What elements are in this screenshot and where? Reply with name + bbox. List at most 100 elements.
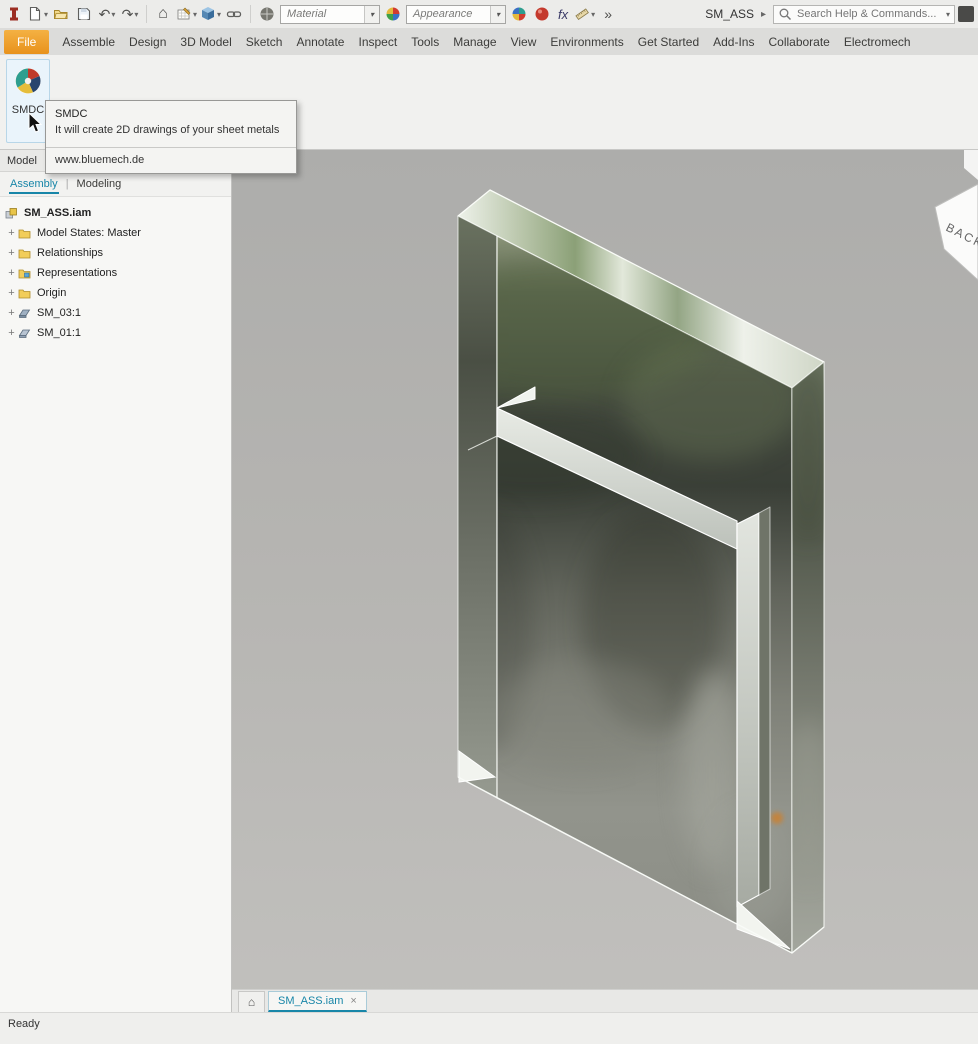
home-icon: ⌂ [158,5,168,23]
graphics-viewport[interactable]: BACK ⌂ SM_ASS.iam × [232,150,978,1012]
tab-electromechanical[interactable]: Electromech [837,29,918,55]
undo-button[interactable]: ↶▾ [97,4,117,24]
viewcube[interactable]: BACK [935,150,978,280]
tab-file[interactable]: File [4,30,49,54]
tree-item-label: SM_01:1 [37,327,81,339]
tab-get-started[interactable]: Get Started [631,29,706,55]
appearance-combobox[interactable]: Appearance ▾ [406,5,506,24]
smdc-tooltip: SMDC It will create 2D drawings of your … [45,100,297,174]
browser-tab-bar: Assembly | Modeling [0,172,231,197]
stiffener-side-face[interactable] [759,507,770,895]
document-tab-label: SM_ASS.iam [278,995,343,1007]
sketch-dropdown[interactable]: ▾ [193,10,197,19]
link-button[interactable] [224,4,244,24]
sign-in-button[interactable] [958,6,974,22]
sketch-button[interactable]: ▾ [176,4,197,24]
search-dropdown[interactable]: ▾ [946,10,950,19]
stiffener-front-face[interactable] [737,513,759,907]
tab-tools[interactable]: Tools [404,29,446,55]
tab-collaborate[interactable]: Collaborate [761,29,836,55]
document-tab-bar: ⌂ SM_ASS.iam × [232,989,978,1012]
appearance-ball-button[interactable] [383,4,403,24]
redo-icon: ↷ [122,6,134,23]
tree-item-label: SM_03:1 [37,307,81,319]
document-tab-active[interactable]: SM_ASS.iam × [268,991,367,1012]
tab-modeling[interactable]: Modeling [76,174,123,194]
redo-button[interactable]: ↷▾ [120,4,140,24]
expand-icon[interactable]: + [5,287,18,299]
expand-icon[interactable]: + [5,307,18,319]
tooltip-title: SMDC [55,108,287,120]
measure-button[interactable]: ▾ [574,4,595,24]
material-combobox-dropdown[interactable]: ▾ [364,6,379,23]
save-button[interactable] [74,4,94,24]
tree-item-sm03[interactable]: + SM_03:1 [5,303,231,323]
tab-add-ins[interactable]: Add-Ins [706,29,761,55]
sheet-metal-assembly-model[interactable]: BACK [232,150,978,1012]
expand-icon[interactable]: + [5,267,18,279]
component-cube-icon [200,6,216,22]
clear-appearance-button[interactable] [532,4,552,24]
model-left-flange[interactable] [458,216,497,798]
expand-icon[interactable]: + [5,227,18,239]
home-view-button[interactable]: ⌂ [153,4,173,24]
appearance-ball-icon [385,6,401,22]
tab-annotate[interactable]: Annotate [289,29,351,55]
tooltip-divider [46,147,296,148]
tree-item-label: Model States: Master [37,227,141,239]
appearance-combobox-value: Appearance [413,8,472,20]
assembly-icon [5,207,20,220]
tab-view[interactable]: View [504,29,544,55]
place-component-button[interactable]: ▾ [200,4,221,24]
redo-dropdown[interactable]: ▾ [134,10,138,19]
tab-3d-model[interactable]: 3D Model [173,29,238,55]
material-combobox-value: Material [287,8,326,20]
new-file-dropdown[interactable]: ▾ [44,10,48,19]
help-search-box[interactable]: ▾ [773,5,955,24]
tree-item-origin[interactable]: + Origin [5,283,231,303]
tree-item-relationships[interactable]: + Relationships [5,243,231,263]
measure-ruler-icon [574,6,590,22]
tab-manage[interactable]: Manage [446,29,503,55]
appearance-combobox-dropdown[interactable]: ▾ [490,6,505,23]
browser-tab-separator: | [66,178,69,190]
material-combobox[interactable]: Material ▾ [280,5,380,24]
tree-item-representations[interactable]: + Representations [5,263,231,283]
adjust-appearance-button[interactable] [509,4,529,24]
undo-dropdown[interactable]: ▾ [111,10,115,19]
home-tab-button[interactable]: ⌂ [238,991,265,1012]
search-icon [778,7,792,21]
undo-icon: ↶ [99,6,111,23]
place-component-dropdown[interactable]: ▾ [217,10,221,19]
tab-assemble[interactable]: Assemble [55,29,122,55]
open-button[interactable] [51,4,71,24]
color-ball-icon [511,6,527,22]
tab-environments[interactable]: Environments [543,29,630,55]
tree-item-root[interactable]: SM_ASS.iam [5,203,231,223]
tab-assembly[interactable]: Assembly [9,174,59,194]
inventor-logo-icon[interactable] [4,4,24,24]
sheet-metal-part-icon [18,307,33,320]
material-browser-button[interactable] [257,4,277,24]
parameters-button[interactable]: fx [555,7,571,22]
expand-icon[interactable]: + [5,247,18,259]
tree-item-sm01[interactable]: + SM_01:1 [5,323,231,343]
search-input[interactable] [795,7,942,21]
tab-design[interactable]: Design [122,29,173,55]
new-file-button[interactable]: ▾ [27,4,48,24]
tab-sketch[interactable]: Sketch [239,29,290,55]
document-tab-close-icon[interactable]: × [350,995,356,1007]
tree-item-label: Relationships [37,247,103,259]
measure-dropdown[interactable]: ▾ [591,10,595,19]
link-icon [226,6,242,22]
toolbar-overflow-button[interactable]: » [598,4,618,24]
tree-item-model-states[interactable]: + Model States: Master [5,223,231,243]
folder-icon [18,227,33,240]
ribbon-tab-bar: File Assemble Design 3D Model Sketch Ann… [0,28,978,55]
expand-icon[interactable]: + [5,327,18,339]
tab-inspect[interactable]: Inspect [351,29,404,55]
document-title: SM_ASS [705,7,754,21]
sheet-metal-part-icon [18,327,33,340]
material-sphere-icon [259,6,275,22]
save-icon [76,6,92,22]
